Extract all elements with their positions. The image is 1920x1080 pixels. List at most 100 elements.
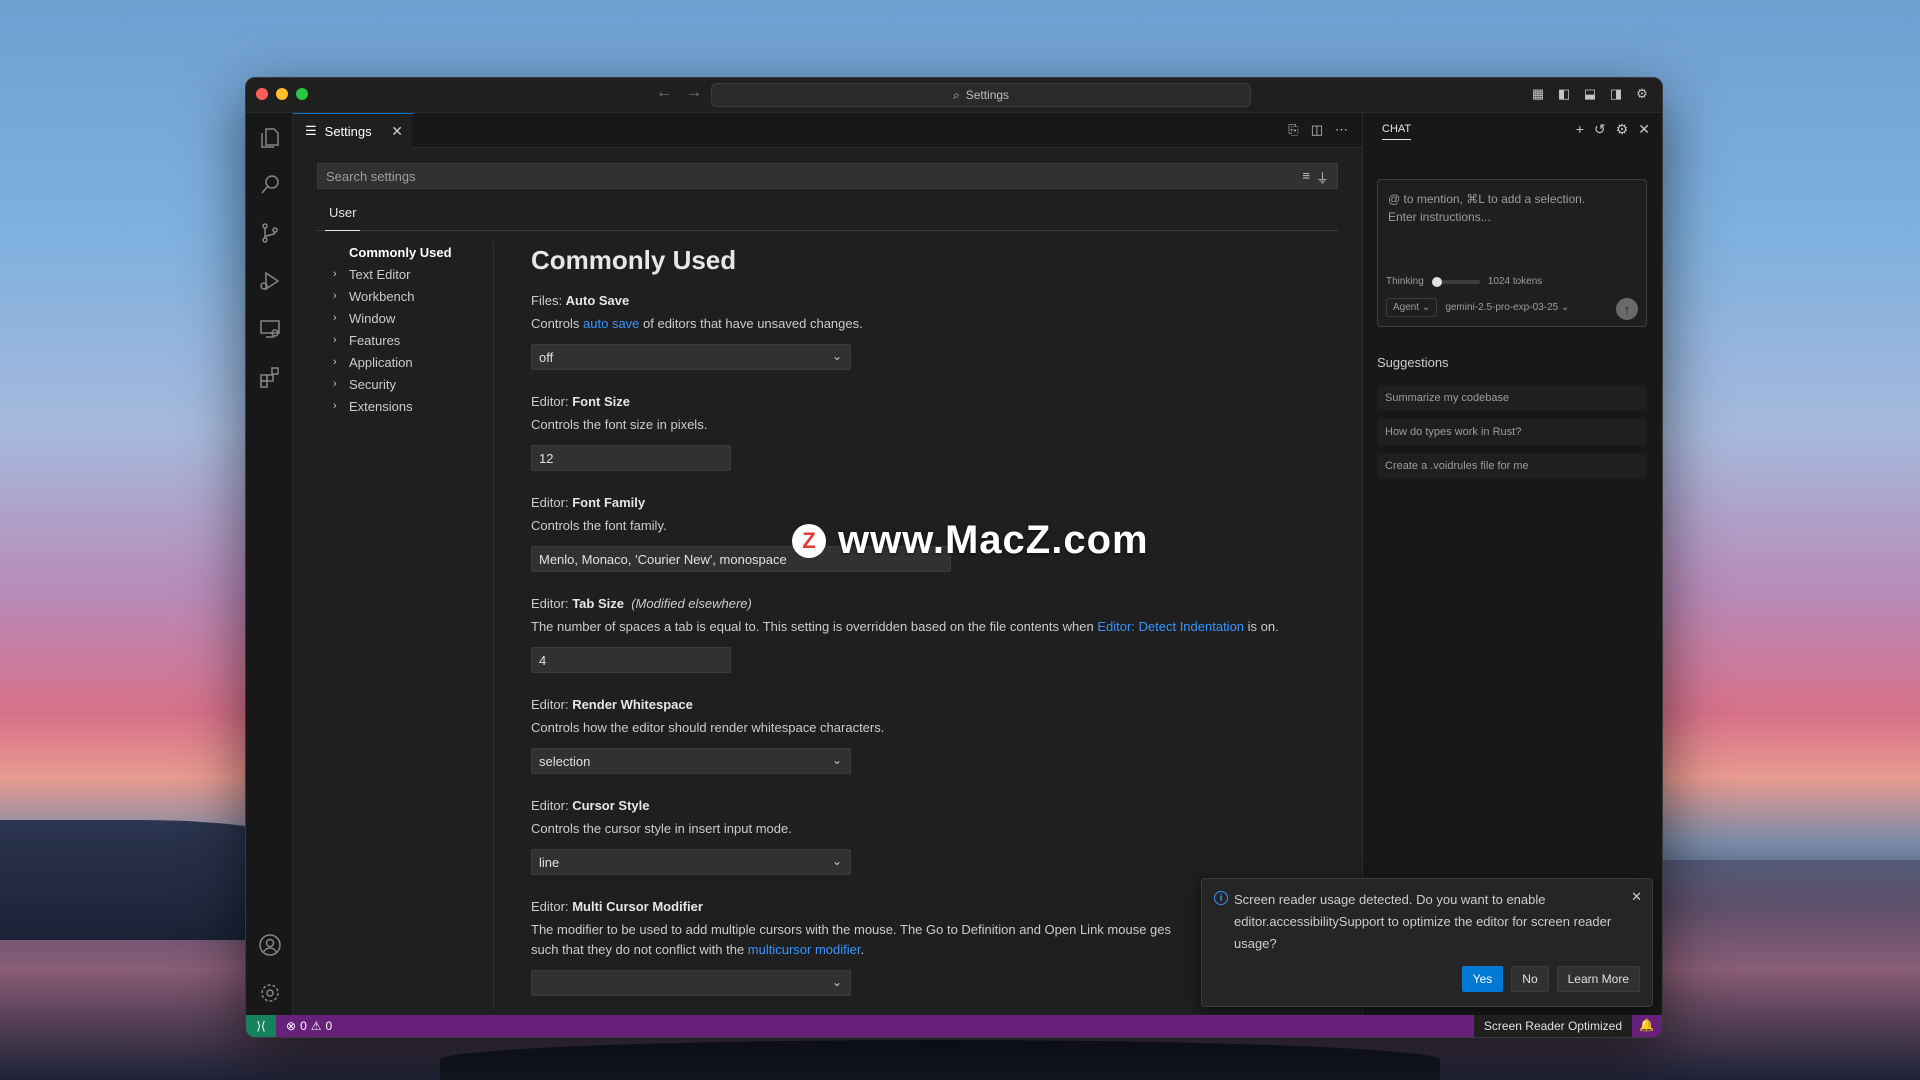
command-center[interactable]: ⌕ Settings: [711, 83, 1251, 107]
run-debug-icon[interactable]: [246, 261, 293, 301]
remote-indicator-icon[interactable]: ⟩⟨: [246, 1015, 276, 1037]
customize-layout-icon[interactable]: ▦: [1530, 86, 1546, 102]
render-whitespace-select[interactable]: selection ⌄: [531, 748, 851, 774]
toc-item-workbench[interactable]: › Workbench: [317, 285, 493, 307]
close-window-button[interactable]: [256, 88, 268, 100]
search-icon[interactable]: [246, 165, 293, 205]
tab-settings[interactable]: ☰ Settings ✕: [293, 113, 413, 148]
toc-item-features[interactable]: › Features: [317, 329, 493, 351]
tokens-label: 1024 tokens: [1487, 276, 1543, 287]
history-icon[interactable]: ↺: [1594, 121, 1606, 138]
source-control-icon[interactable]: [246, 213, 293, 253]
close-icon[interactable]: ✕: [1631, 889, 1642, 905]
arrow-right-icon[interactable]: →: [684, 84, 704, 102]
multi-cursor-select[interactable]: ⌄: [531, 970, 851, 996]
screen-reader-mode[interactable]: Screen Reader Optimized: [1473, 1015, 1632, 1037]
filter-icon[interactable]: ⏚: [1316, 168, 1329, 187]
notification-toast: i Screen reader usage detected. Do you w…: [1201, 878, 1653, 1007]
cursor-style-select[interactable]: line ⌄: [531, 849, 851, 875]
chat-actions: + ↺ ⚙ ✕: [1576, 121, 1650, 138]
toc-divider: [493, 241, 494, 1011]
chevron-down-icon: ⌄: [831, 975, 842, 989]
close-icon[interactable]: ✕: [391, 123, 403, 140]
extensions-icon[interactable]: [246, 357, 293, 397]
command-center-label: Settings: [965, 88, 1010, 102]
clear-filter-icon[interactable]: ≡: [1302, 168, 1310, 187]
remote-explorer-icon[interactable]: [246, 309, 293, 349]
toc-item-extensions[interactable]: › Extensions: [317, 395, 493, 417]
toc-item-window[interactable]: › Window: [317, 307, 493, 329]
suggestion-item[interactable]: Summarize my codebase: [1377, 385, 1647, 411]
accounts-icon[interactable]: [246, 925, 293, 965]
learn-more-button[interactable]: Learn More: [1556, 966, 1640, 992]
toc-item-text-editor[interactable]: › Text Editor: [317, 263, 493, 285]
toggle-primary-sidebar-icon[interactable]: ◧: [1556, 86, 1572, 102]
watermark-logo: Z: [792, 523, 826, 558]
slider-knob[interactable]: [1431, 276, 1442, 287]
tab-size-input[interactable]: 4: [531, 647, 731, 673]
maximize-window-button[interactable]: [296, 88, 308, 100]
status-bar: ⟩⟨ ⊗ 0 ⚠ 0 Screen Reader Optimized 🔔: [246, 1015, 1662, 1037]
toc-item-application[interactable]: › Application: [317, 351, 493, 373]
background-rocks: [440, 1040, 1440, 1080]
settings-sliders-icon: ☰: [305, 123, 317, 138]
manage-gear-icon[interactable]: [246, 973, 293, 1013]
send-button[interactable]: ↑: [1616, 298, 1638, 320]
settings-toc: Commonly Used › Text Editor › Workbench › W…: [317, 241, 493, 417]
info-icon: i: [1214, 891, 1228, 905]
search-input[interactable]: [326, 168, 1286, 184]
split-editor-icon[interactable]: ◫: [1311, 122, 1323, 138]
thinking-slider[interactable]: [1431, 276, 1480, 287]
suggestion-item[interactable]: How do types work in Rust?: [1377, 419, 1647, 445]
setting-render-whitespace: Editor: Render Whitespace Controls how t…: [531, 697, 1351, 774]
problems-indicator[interactable]: ⊗ 0 ⚠ 0: [286, 1019, 332, 1033]
multicursor-modifier-link[interactable]: multicursor modifier: [748, 942, 861, 957]
editor-actions: ⎘ ◫ ⋯: [1288, 122, 1348, 138]
tab-bar: ☰ Settings ✕ ⎘ ◫ ⋯: [293, 113, 1362, 148]
toggle-secondary-sidebar-icon[interactable]: ◨: [1608, 86, 1624, 102]
toc-item-commonly-used[interactable]: Commonly Used: [317, 241, 493, 263]
warning-icon: ⚠: [310, 1019, 322, 1033]
open-settings-json-icon[interactable]: ⎘: [1288, 122, 1298, 138]
gear-icon[interactable]: ⚙: [1634, 86, 1650, 102]
auto-save-select[interactable]: off ⌄: [531, 344, 851, 370]
setting-title: Editor: Font Size: [531, 394, 630, 409]
notifications-bell-icon[interactable]: 🔔: [1639, 1018, 1654, 1032]
chat-input-placeholder[interactable]: @ to mention, ⌘L to add a selection. Ent…: [1388, 190, 1638, 226]
tab-user[interactable]: User: [325, 201, 361, 231]
chevron-down-icon: ⌄: [831, 753, 842, 767]
suggestion-item[interactable]: Create a .voidrules file for me: [1377, 453, 1647, 479]
toc-item-label: Features: [349, 332, 401, 348]
search-settings-box: ≡ ⏚: [317, 163, 1338, 189]
chat-title[interactable]: CHAT: [1382, 123, 1412, 140]
yes-button[interactable]: Yes: [1461, 966, 1504, 992]
detect-indentation-link[interactable]: Editor: Detect Indentation: [1097, 619, 1244, 634]
modified-elsewhere-label[interactable]: (Modified elsewhere): [631, 596, 752, 611]
arrow-left-icon[interactable]: ←: [654, 84, 674, 102]
more-actions-icon[interactable]: ⋯: [1335, 122, 1348, 138]
no-button[interactable]: No: [1511, 966, 1549, 992]
model-select[interactable]: gemini-2.5-pro-exp-03-25 ⌄: [1445, 302, 1569, 313]
setting-description: Controls auto save of editors that have …: [531, 316, 863, 331]
minimize-window-button[interactable]: [276, 88, 288, 100]
close-icon[interactable]: ✕: [1638, 121, 1650, 138]
setting-font-size: Editor: Font Size Controls the font size…: [531, 394, 1351, 471]
explorer-icon[interactable]: [246, 118, 293, 158]
chevron-right-icon: ›: [333, 356, 337, 368]
agent-row: Agent ⌄ gemini-2.5-pro-exp-03-25 ⌄: [1386, 298, 1569, 317]
toggle-panel-icon[interactable]: ⬓: [1582, 86, 1598, 102]
plus-icon[interactable]: +: [1576, 121, 1584, 138]
setting-title: Editor: Font Family: [531, 495, 646, 510]
layout-controls: ▦ ◧ ⬓ ◨ ⚙: [1530, 86, 1650, 102]
chevron-right-icon: ›: [333, 334, 337, 346]
auto-save-link[interactable]: auto save: [583, 316, 639, 331]
setting-description: The number of spaces a tab is equal to. …: [531, 619, 1279, 634]
gear-icon[interactable]: ⚙: [1616, 121, 1629, 138]
toc-item-label: Security: [349, 376, 396, 392]
toc-item-security[interactable]: › Security: [317, 373, 493, 395]
chat-input-box[interactable]: @ to mention, ⌘L to add a selection. Ent…: [1377, 179, 1647, 327]
title-bar: ← → ⌕ Settings ▦ ◧ ⬓ ◨ ⚙: [246, 78, 1662, 113]
navigation-arrows: ← →: [654, 84, 704, 102]
mode-select[interactable]: Agent ⌄: [1386, 298, 1438, 317]
font-size-input[interactable]: 12: [531, 445, 731, 471]
